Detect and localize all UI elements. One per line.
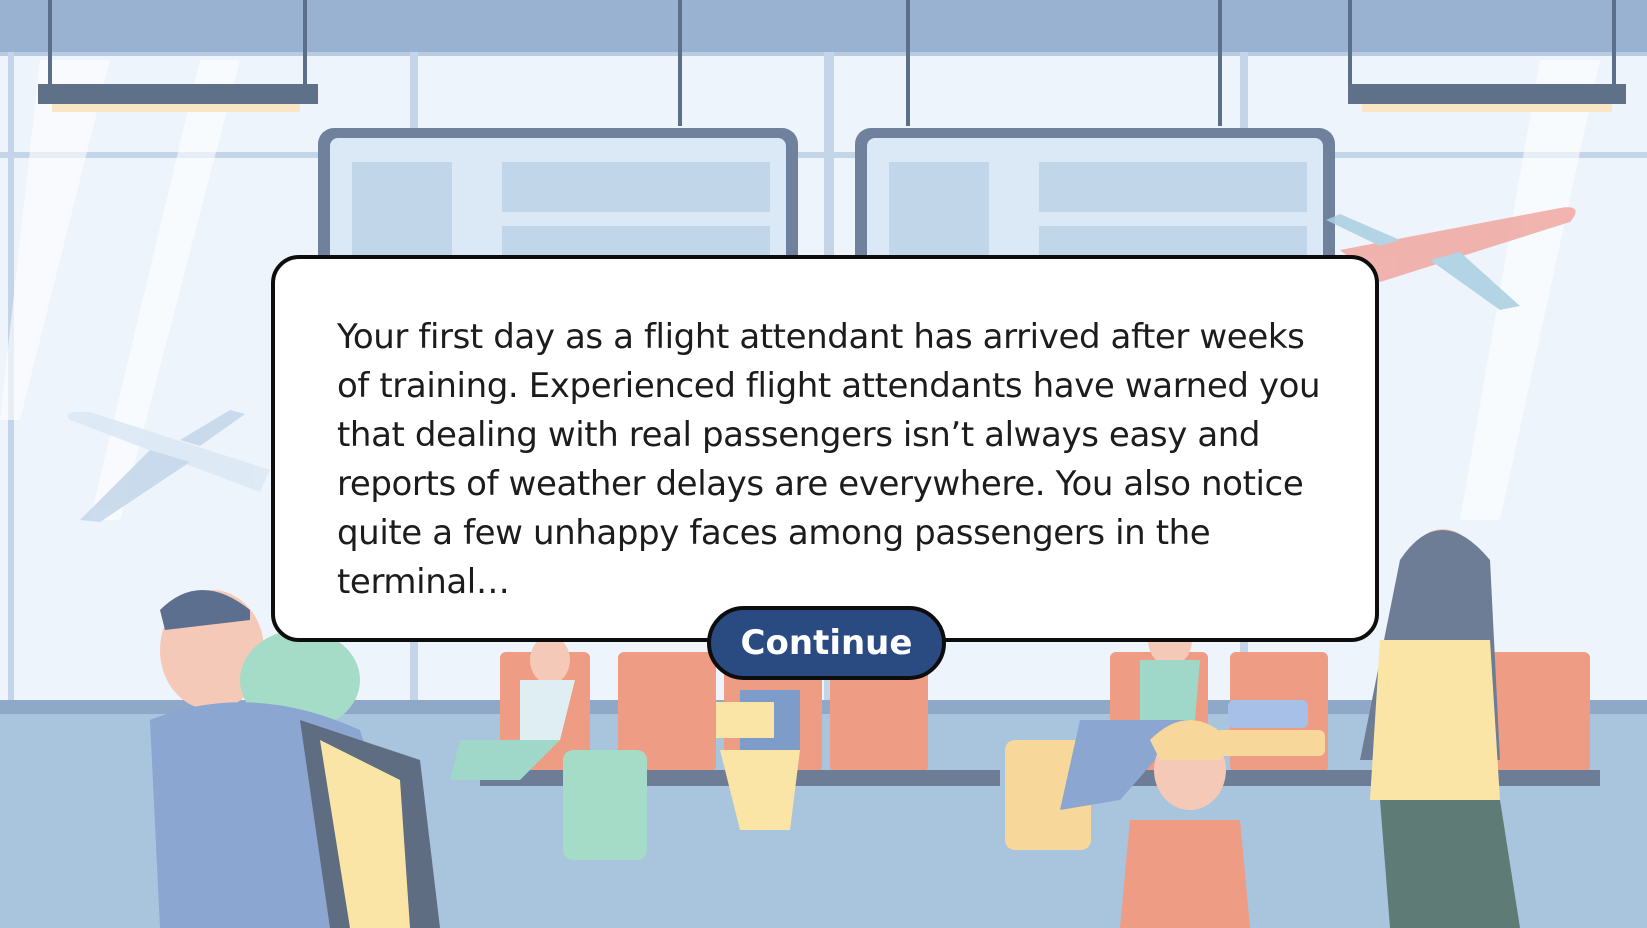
ceiling xyxy=(0,0,1647,52)
continue-button[interactable]: Continue xyxy=(707,606,946,680)
story-dialog: Your first day as a flight attendant has… xyxy=(271,255,1379,642)
story-text: Your first day as a flight attendant has… xyxy=(337,317,1321,602)
